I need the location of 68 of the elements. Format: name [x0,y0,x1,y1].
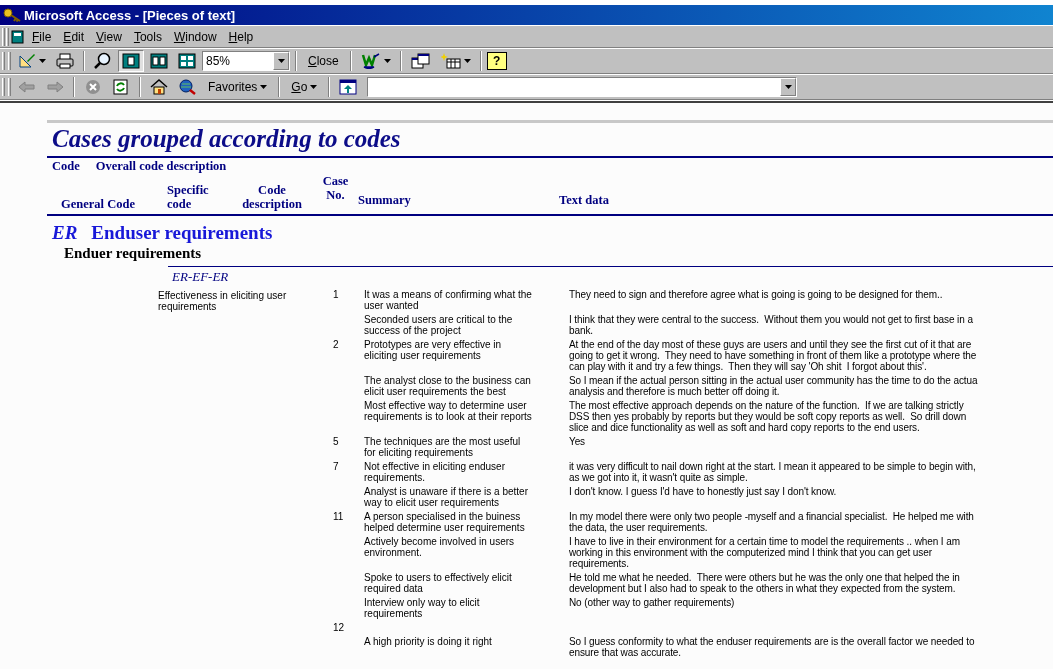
help-button[interactable]: ? [486,52,507,70]
code-heading: ER [52,222,78,244]
text-data: So I mean if the actual person sitting in the actual user community has the time to do the actua analysis and therefore is much better off doing it. [569,375,978,397]
summary-text: Actively become involved in users environment. [364,536,516,560]
text-data: They need to sign and therefore agree what is going is going to be designed for them.. [569,289,943,302]
text-data: At the end of the day most of these guys are users and until they see the first cut of it that are going to get it wrong. They need to have something in front of them like a prototype where the can play with it and try a few things. Then they will say 'Oh shit I forgot about this'. [569,339,977,372]
caret-icon[interactable] [310,85,318,89]
case-number: 11 [333,511,345,524]
summary-text: Seconded users are critical to the success of the project [364,314,514,336]
text-data: I have to live in their environment for a certain time to model the requirements .. when I am working in this environment with the computerized mind I think that you can get user requirements. [569,536,960,569]
key-icon [3,8,21,22]
summary-text: Interview only way to elicit requirements [364,597,481,619]
caret-icon[interactable] [383,59,391,63]
column-header: Summary [358,193,412,207]
text-data: He told me what he needed. There were others but he was the only one that helped the in development but I also had to speak to the others in what they expected from the system. [569,572,960,594]
text-data: I don't know. I guess I'd have to honestly just say I don't know. [569,486,837,499]
column-header: Code [52,159,80,174]
menu-item[interactable]: Window [167,28,223,45]
summary-text: The analyst close to the business can elicit user requirements the best [364,375,532,397]
case-number: 7 [333,461,340,474]
report-title: Cases grouped according to codes [47,120,1053,158]
summary-text: Spoke to users to effectively elicit required data [364,572,513,594]
menu-item[interactable]: File [26,28,58,45]
case-number: 12 [333,622,346,633]
general-code: Enduer requirements [64,245,203,262]
code-description: Enduser requirements [91,222,273,244]
case-number: 5 [333,436,340,449]
case-number: 1 [333,289,340,302]
column-header: Case No. [321,174,350,202]
dropdown-arrow-icon[interactable] [784,85,792,89]
summary-text: A high priority is doing it right [364,636,493,649]
text-data: I think that they were central to the success. Without them you would not get to first base in a bank. [569,314,973,336]
summary-text: Analyst is unaware if there is a better way to elicit user requirements [364,486,529,508]
summary-text: Prototypes are very effective in eliciting user requirements [364,339,503,363]
text-data: The most effective approach depends on the nature of the function. If we are talking strictly DSS then yes probably by reports but they would be soft copy reports as well. So drill down slice and dice functionality as well as soft and hard copy reports to the end users. [569,400,967,433]
window-title: Microsoft Access - [Pieces of text] [24,7,236,23]
summary-text: Not effective in eliciting enduser requirements. [364,461,506,483]
summary-text: A person specialised in the buiness helped determine user requirements [364,511,526,533]
new-table-icon[interactable] [440,53,461,69]
document-pen-icon[interactable] [360,53,381,69]
menu-item[interactable]: Edit [57,28,91,45]
triangle-ruler-icon[interactable] [18,53,36,69]
summary-text: It was a means of confirming what the user wanted [364,289,533,311]
code-description: Effectiveness in eliciting user requirements [158,289,288,314]
summary-text: Most effective way to determine user requirements is to look at their reports [364,400,533,424]
text-data: In my model there were only two people -myself and a financial specialist. He helped me with the data, the user requirements. [569,511,974,533]
case-number: 2 [333,339,340,352]
menu-item[interactable]: Tools [127,28,168,45]
column-header: General Code [61,197,136,211]
text-data: So I guess conformity to what the enduser requirements are is the overall factor we needed to ensure that was accurate. [569,636,975,658]
summary-text: The techniques are the most useful for eliciting requirements [364,436,522,458]
text-data: it was very difficult to nail down right at the start. I mean it appeared to be simple to begin with, as we got into it, it wasn't quite as simple. [569,461,976,483]
caret-icon[interactable] [463,59,471,63]
menu-item[interactable]: Help [222,28,260,45]
column-header: Specific code [167,183,210,211]
column-header: Text data [559,193,609,207]
text-data: Yes [569,436,585,449]
column-header: Overall code description [95,159,227,174]
caret-icon[interactable] [260,85,268,89]
address-field[interactable] [367,77,798,97]
database-icon [10,29,26,44]
dropdown-arrow-icon[interactable] [277,59,285,63]
text-data: No (other way to gather requirements) [569,597,735,610]
menu-item[interactable]: View [90,28,128,45]
column-header: Code description [241,183,303,211]
zoom-combo[interactable]: 85% [202,51,290,71]
caret-icon[interactable] [39,59,46,63]
specific-code: ER-EF-ER [172,269,229,284]
